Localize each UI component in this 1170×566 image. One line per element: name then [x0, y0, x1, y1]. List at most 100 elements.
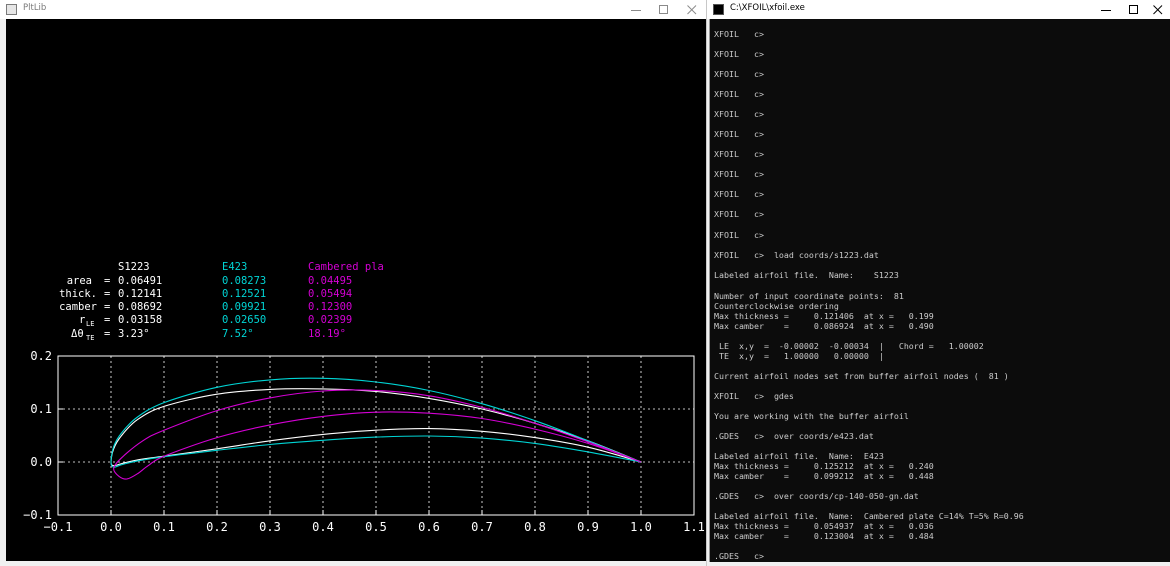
- console-line: XFOIL c>: [714, 69, 764, 79]
- xfoil-console-window: C:\XFOIL\xfoil.exe XFOIL c> XFOIL c> XFO…: [707, 0, 1170, 566]
- table-header-s1223: S1223: [118, 261, 150, 273]
- x-tick-label: 1.0: [630, 520, 652, 534]
- maximize-icon: [659, 5, 668, 14]
- console-scrollbar[interactable]: [1165, 19, 1170, 562]
- console-line: XFOIL c>: [714, 189, 764, 199]
- row-label-thick: thick.: [59, 288, 97, 300]
- pltlib-close-button[interactable]: [678, 0, 706, 19]
- console-line: .GDES c> over coords/e423.dat: [714, 431, 874, 441]
- console-line: XFOIL c>: [714, 29, 764, 39]
- console-line: Max thickness = 0.125212 at x = 0.240: [714, 461, 934, 471]
- console-line: LE x,y = -0.00002 -0.00034 | Chord = 1.0…: [714, 341, 984, 351]
- console-line: XFOIL c> gdes: [714, 391, 794, 401]
- x-tick-label: 0.4: [312, 520, 334, 534]
- x-tick-label: 0.9: [577, 520, 599, 534]
- rle-e423: 0.02650: [222, 314, 266, 326]
- thick-plate: 0.05494: [308, 288, 352, 300]
- pltlib-title-bar[interactable]: PltLib: [0, 0, 706, 19]
- x-tick-label: 0.1: [153, 520, 175, 534]
- row-eq: =: [104, 275, 110, 287]
- row-label-rle-sub: LE: [86, 320, 94, 328]
- row-eq: =: [104, 314, 110, 326]
- plot-axes: −0.1 0.0 0.1 0.2 0.3 0.4 0.5 0.6 0.7 0.8 0.9 1.0 1.1…: [23, 349, 705, 534]
- row-label-dtheta-sub: TE: [86, 334, 94, 342]
- console-line: TE x,y = 1.00000 0.00000 |: [714, 351, 884, 361]
- x-tick-label: −0.1: [44, 520, 73, 534]
- row-eq: =: [104, 301, 110, 313]
- console-line: Counterclockwise ordering: [714, 301, 839, 311]
- console-line: Max thickness = 0.121406 at x = 0.199: [714, 311, 934, 321]
- dtheta-s1223: 3.23°: [118, 328, 150, 340]
- minimize-icon: [631, 10, 641, 11]
- table-header-plate: Cambered pla: [308, 261, 384, 273]
- console-line: .GDES c>: [714, 551, 764, 561]
- console-line: XFOIL c>: [714, 230, 764, 240]
- thick-e423: 0.12521: [222, 288, 266, 300]
- console-line: Max thickness = 0.054937 at x = 0.036: [714, 521, 934, 531]
- pltlib-window: PltLib S1223 E423 Cambered pla area = 0.…: [0, 0, 707, 566]
- console-line: Labeled airfoil file. Name: Cambered pla…: [714, 511, 1024, 521]
- minimize-icon: [1101, 10, 1111, 11]
- console-line: .GDES c> over coords/cp-140-050-gn.dat: [714, 491, 919, 501]
- console-line: XFOIL c>: [714, 109, 764, 119]
- console-line: Current airfoil nodes set from buffer ai…: [714, 371, 1009, 381]
- y-tick-label: 0.1: [30, 402, 52, 416]
- console-minimize-button[interactable]: [1092, 0, 1120, 19]
- row-eq: =: [104, 328, 110, 340]
- thick-s1223: 0.12141: [118, 288, 162, 300]
- row-label-camber: camber: [59, 301, 97, 313]
- x-tick-label: 0.3: [259, 520, 281, 534]
- console-output[interactable]: XFOIL c> XFOIL c> XFOIL c> XFOIL c> XFOI…: [709, 19, 1169, 562]
- airfoil-plot: S1223 E423 Cambered pla area = 0.06491 0…: [23, 261, 705, 534]
- console-line: XFOIL c>: [714, 129, 764, 139]
- y-tick-label: −0.1: [23, 508, 52, 522]
- console-line: Labeled airfoil file. Name: E423: [714, 451, 884, 461]
- dtheta-e423: 7.52°: [222, 328, 254, 340]
- x-tick-label: 0.0: [100, 520, 122, 534]
- pltlib-window-icon: [6, 4, 17, 15]
- console-line: Labeled airfoil file. Name: S1223: [714, 270, 899, 280]
- x-tick-label: 0.5: [365, 520, 387, 534]
- camber-e423: 0.09921: [222, 301, 266, 313]
- row-eq: =: [104, 288, 110, 300]
- console-line: Max camber = 0.086924 at x = 0.490: [714, 321, 934, 331]
- airfoil-curves: [110, 377, 642, 480]
- console-line: XFOIL c>: [714, 169, 764, 179]
- close-icon: [687, 5, 697, 15]
- row-label-area: area: [67, 275, 92, 287]
- rle-plate: 0.02399: [308, 314, 352, 326]
- camber-plate: 0.12300: [308, 301, 352, 313]
- y-tick-label: 0.0: [30, 455, 52, 469]
- console-line: XFOIL c>: [714, 49, 764, 59]
- console-line: XFOIL c>: [714, 149, 764, 159]
- row-label-rle: r: [79, 314, 85, 326]
- area-s1223: 0.06491: [118, 275, 162, 287]
- console-line: You are working with the buffer airfoil: [714, 411, 909, 421]
- console-title-bar[interactable]: C:\XFOIL\xfoil.exe: [707, 0, 1170, 19]
- x-tick-label: 0.6: [418, 520, 440, 534]
- console-window-icon: [713, 4, 724, 15]
- console-close-button[interactable]: [1144, 0, 1170, 19]
- plot-canvas: S1223 E423 Cambered pla area = 0.06491 0…: [6, 19, 706, 561]
- y-tick-label: 0.2: [30, 349, 52, 363]
- x-tick-label: 0.7: [471, 520, 493, 534]
- pltlib-window-title: PltLib: [23, 3, 47, 13]
- camber-s1223: 0.08692: [118, 301, 162, 313]
- maximize-icon: [1129, 5, 1138, 14]
- rle-s1223: 0.03158: [118, 314, 162, 326]
- pltlib-minimize-button[interactable]: [622, 0, 650, 19]
- console-window-title: C:\XFOIL\xfoil.exe: [730, 3, 805, 13]
- pltlib-maximize-button[interactable]: [650, 0, 678, 19]
- x-tick-label: 0.8: [524, 520, 546, 534]
- console-line: Max camber = 0.123004 at x = 0.484: [714, 531, 934, 541]
- area-plate: 0.04495: [308, 275, 352, 287]
- console-line: XFOIL c>: [714, 209, 764, 219]
- dtheta-plate: 18.19°: [308, 328, 346, 340]
- row-label-dtheta: Δθ: [71, 328, 84, 340]
- close-icon: [1153, 5, 1163, 15]
- area-e423: 0.08273: [222, 275, 266, 287]
- console-line: Max camber = 0.099212 at x = 0.448: [714, 471, 934, 481]
- x-tick-label: 0.2: [206, 520, 228, 534]
- console-line: XFOIL c> load coords/s1223.dat: [714, 250, 879, 260]
- airfoil-parameter-table: S1223 E423 Cambered pla area = 0.06491 0…: [59, 261, 384, 342]
